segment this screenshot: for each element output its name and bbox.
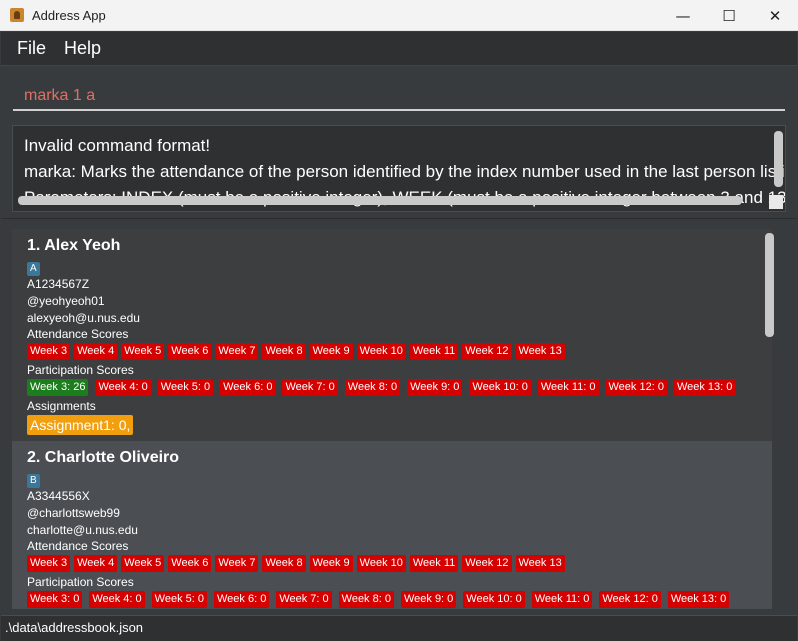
participation-chip: Week 11: 0	[531, 591, 593, 608]
attendance-chip: Week 12	[462, 343, 512, 360]
result-line: marka: Marks the attendance of the perso…	[24, 162, 786, 181]
maximize-button[interactable]: ☐	[706, 0, 752, 31]
assignments-label: Assignments	[27, 399, 96, 413]
participation-chip: Week 5: 0	[157, 379, 214, 396]
list-vertical-scrollbar[interactable]	[765, 233, 774, 337]
participation-label: Participation Scores	[27, 575, 134, 589]
person-list-panel: 1. Alex Yeoh A A1234567Z @yeohyeoh01 ale…	[1, 220, 797, 615]
result-line: Invalid command format!	[24, 136, 211, 155]
telegram-handle: @charlottsweb99	[27, 506, 120, 520]
app-icon	[10, 8, 24, 22]
participation-chip: Week 12: 0	[605, 379, 667, 396]
attendance-chip: Week 6	[168, 555, 212, 572]
close-button[interactable]: ✕	[752, 0, 798, 31]
participation-chip: Week 7: 0	[276, 591, 332, 608]
attendance-chip: Week 10	[356, 343, 406, 360]
email: alexyeoh@u.nus.edu	[27, 311, 140, 325]
participation-chips: Week 3: 26 Week 4: 0 Week 5: 0 Week 6: 0…	[27, 379, 772, 397]
attendance-chip: Week 3	[27, 555, 71, 572]
student-id: A3344556X	[27, 489, 90, 503]
attendance-chip: Week 5	[121, 555, 165, 572]
attendance-chip: Week 9	[309, 555, 353, 572]
participation-chip: Week 11: 0	[537, 379, 599, 396]
participation-chip: Week 9: 0	[407, 379, 463, 396]
attendance-chip: Week 6	[168, 343, 212, 360]
participation-chip: Week 13: 0	[673, 379, 736, 396]
window-controls: — ☐ ✕	[660, 0, 798, 31]
attendance-chip: Week 8	[262, 343, 306, 360]
attendance-chip: Week 4	[74, 343, 118, 360]
participation-chip: Week 6: 0	[213, 591, 270, 608]
attendance-chip: Week 7	[215, 555, 259, 572]
participation-chip: Week 3: 0	[27, 591, 83, 608]
attendance-chips: Week 3 Week 4 Week 5 Week 6 Week 7 Week …	[27, 555, 772, 573]
participation-chip: Week 8: 0	[344, 379, 401, 396]
result-display-area: Invalid command format! marka: Marks the…	[1, 119, 797, 219]
attendance-chip: Week 5	[121, 343, 165, 360]
menu-file[interactable]: File	[17, 38, 46, 59]
telegram-handle: @yeohyeoh01	[27, 294, 105, 308]
person-card[interactable]: 2. Charlotte Oliveiro B A3344556X @charl…	[12, 441, 772, 609]
email: charlotte@u.nus.edu	[27, 523, 138, 537]
attendance-chip: Week 8	[262, 555, 306, 572]
participation-chip: Week 10: 0	[463, 591, 525, 608]
attendance-label: Attendance Scores	[27, 327, 129, 341]
participation-chip: Week 13: 0	[667, 591, 730, 608]
attendance-chip: Week 7	[215, 343, 259, 360]
person-card[interactable]: 1. Alex Yeoh A A1234567Z @yeohyeoh01 ale…	[12, 229, 772, 441]
participation-chip: Week 6: 0	[220, 379, 276, 396]
attendance-chip: Week 11	[409, 343, 459, 360]
title-bar: Address App — ☐ ✕	[0, 0, 798, 31]
participation-chip: Week 5: 0	[151, 591, 207, 608]
tutorial-tag: A	[27, 262, 40, 276]
app-window: Address App — ☐ ✕ File Help Invalid comm…	[0, 0, 798, 641]
attendance-chip: Week 13	[515, 555, 565, 572]
save-location: .\data\addressbook.json	[5, 620, 144, 635]
person-name: 2. Charlotte Oliveiro	[27, 449, 180, 466]
participation-chip: Week 9: 0	[400, 591, 457, 608]
participation-chip: Week 8: 0	[338, 591, 394, 608]
status-bar: .\data\addressbook.json	[1, 615, 797, 641]
participation-chips: Week 3: 0 Week 4: 0 Week 5: 0 Week 6: 0 …	[27, 591, 772, 609]
attendance-chips: Week 3 Week 4 Week 5 Week 6 Week 7 Week …	[27, 343, 772, 361]
participation-chip: Week 10: 0	[469, 379, 531, 396]
person-name: 1. Alex Yeoh	[27, 237, 121, 254]
scroll-corner	[769, 195, 783, 209]
participation-chip: Week 3: 26	[27, 379, 89, 396]
command-input[interactable]	[13, 77, 785, 111]
menu-bar: File Help	[1, 32, 797, 66]
attendance-chip: Week 12	[462, 555, 512, 572]
attendance-chip: Week 13	[515, 343, 565, 360]
attendance-chip: Week 9	[309, 343, 353, 360]
attendance-chip: Week 4	[74, 555, 118, 572]
participation-chip: Week 7: 0	[282, 379, 338, 396]
tutorial-tag: B	[27, 474, 40, 488]
person-list: 1. Alex Yeoh A A1234567Z @yeohyeoh01 ale…	[12, 229, 786, 609]
result-horizontal-scrollbar[interactable]	[18, 196, 742, 205]
attendance-chip: Week 3	[27, 343, 71, 360]
attendance-chip: Week 10	[356, 555, 406, 572]
participation-chip: Week 4: 0	[89, 591, 145, 608]
participation-chip: Week 12: 0	[599, 591, 661, 608]
command-box	[1, 67, 797, 119]
student-id: A1234567Z	[27, 277, 90, 291]
participation-label: Participation Scores	[27, 363, 134, 377]
assignment-chip: Assignment1: 0,	[27, 415, 134, 435]
window-title: Address App	[32, 7, 106, 23]
minimize-button[interactable]: —	[660, 0, 706, 31]
result-display[interactable]: Invalid command format! marka: Marks the…	[12, 125, 786, 212]
attendance-label: Attendance Scores	[27, 539, 129, 553]
menu-help[interactable]: Help	[64, 38, 101, 59]
attendance-chip: Week 11	[409, 555, 459, 572]
result-vertical-scrollbar[interactable]	[774, 131, 783, 187]
participation-chip: Week 4: 0	[95, 379, 151, 396]
